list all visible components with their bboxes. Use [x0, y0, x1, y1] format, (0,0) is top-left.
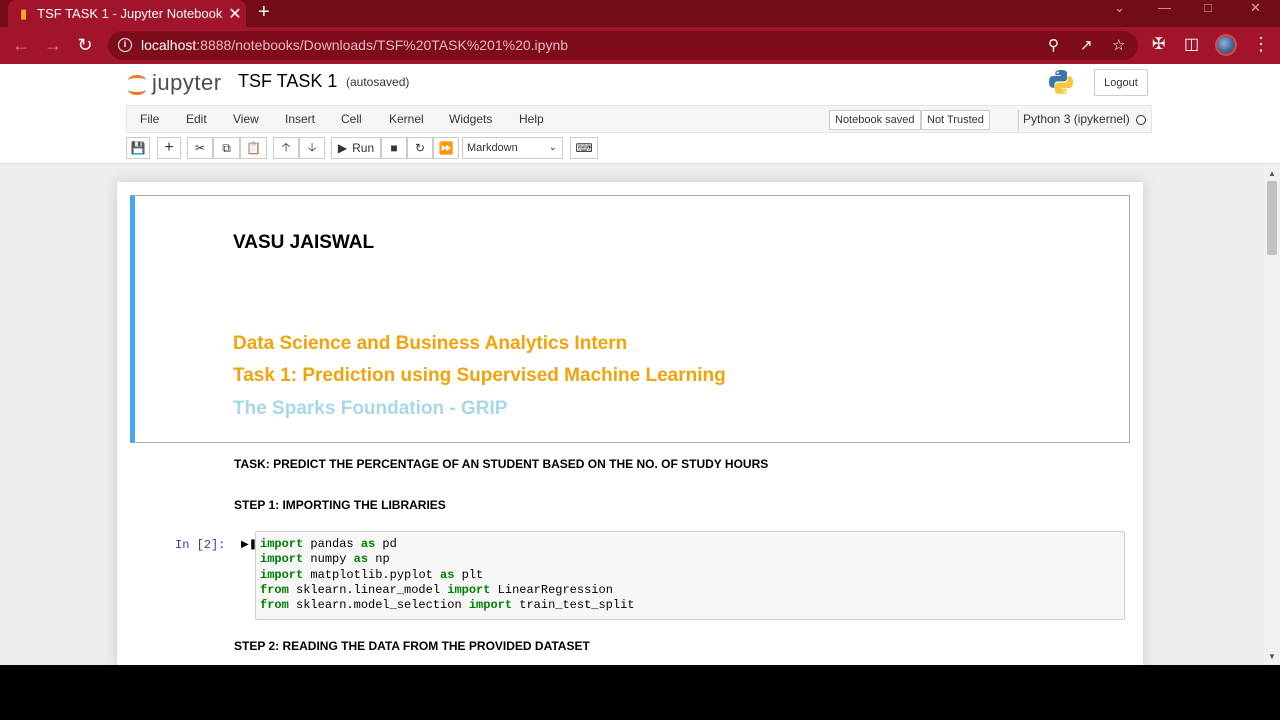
menu-file[interactable]: File [140, 112, 159, 126]
scroll-up-icon[interactable]: ▲ [1268, 169, 1276, 178]
jupyter-header: jupyter TSF TASK 1 (autosaved) Logout Fi… [0, 64, 1280, 164]
logout-button[interactable]: Logout [1094, 69, 1148, 96]
paste-icon[interactable]: 📋 [240, 137, 267, 159]
code-line: import matplotlib.pyplot as plt [260, 567, 484, 582]
intern-heading: Data Science and Business Analytics Inte… [233, 333, 628, 354]
tab-close-icon[interactable]: ✕ [224, 4, 246, 24]
jupyter-favicon: ▮ [20, 5, 28, 21]
input-prompt: In [2]: [175, 538, 226, 552]
minimize-icon[interactable]: ⌄ [1114, 0, 1125, 20]
code-line: import numpy as np [260, 552, 390, 567]
menu-bar: File Edit View Insert Cell Kernel Widget… [126, 105, 1152, 133]
menu-edit[interactable]: Edit [186, 112, 207, 126]
maximize-icon[interactable]: □ [1204, 0, 1212, 20]
share-icon[interactable]: ↗ [1080, 37, 1093, 54]
jupyter-logo[interactable]: jupyter [128, 68, 222, 98]
code-line: from sklearn.model_selection import trai… [260, 598, 635, 613]
notebook-container: VASU JAISWAL Data Science and Business A… [117, 182, 1143, 665]
copy-icon[interactable]: ⧉ [213, 137, 240, 159]
url-text[interactable]: localhost:8888/notebooks/Downloads/TSF%2… [141, 37, 568, 53]
run-label: Run [352, 141, 375, 155]
save-icon[interactable]: 💾 [126, 137, 150, 159]
star-icon[interactable]: ☆ [1112, 37, 1125, 54]
task-title-heading: Task 1: Prediction using Supervised Mach… [233, 365, 726, 386]
tab-title: TSF TASK 1 - Jupyter Notebook [37, 6, 223, 21]
cut-icon[interactable]: ✂ [187, 137, 213, 159]
extensions-icon[interactable]: ✠ [1152, 35, 1165, 55]
info-icon[interactable]: i [118, 38, 132, 52]
menu-cell[interactable]: Cell [341, 112, 362, 126]
close-window-icon[interactable]: ✕ [1250, 0, 1261, 20]
python-logo [1049, 70, 1073, 94]
scrollbar-thumb[interactable] [1267, 181, 1277, 255]
plus-icon[interactable]: + [157, 137, 181, 159]
keyboard-icon[interactable]: ⌨ [570, 137, 598, 159]
run-icon: ▶ [337, 141, 348, 155]
cell-type-value: Markdown [467, 142, 518, 154]
menu-kernel[interactable]: Kernel [389, 112, 424, 126]
menu-widgets[interactable]: Widgets [449, 112, 492, 126]
url-host: localhost [141, 37, 197, 53]
move-down-icon[interactable]: 🡣 [299, 137, 325, 159]
notebook-saved-indicator: Notebook saved [829, 110, 921, 130]
reload-icon[interactable]: ↻ [74, 34, 96, 56]
menu-insert[interactable]: Insert [285, 112, 315, 126]
profile-avatar[interactable] [1215, 34, 1237, 56]
restart-icon[interactable]: ↻ [407, 137, 433, 159]
code-cell-editor[interactable]: import pandas as pd import numpy as np i… [255, 531, 1125, 620]
browser-tab-strip: ▮ TSF TASK 1 - Jupyter Notebook ✕ + ⌄ — … [0, 0, 1280, 27]
stop-icon[interactable]: ■ [381, 137, 407, 159]
code-line: from sklearn.linear_model import LinearR… [260, 582, 613, 597]
menu-view[interactable]: View [233, 112, 259, 126]
kernel-idle-icon [1136, 115, 1146, 125]
browser-toolbar: ← → ↻ i localhost:8888/notebooks/Downloa… [0, 27, 1280, 64]
address-bar[interactable]: i localhost:8888/notebooks/Downloads/TSF… [108, 31, 1138, 60]
autosave-status: (autosaved) [346, 75, 410, 89]
kernel-name[interactable]: Python 3 (ipykernel) [1023, 112, 1130, 126]
fast-forward-icon[interactable]: ⏩ [433, 137, 459, 159]
zoom-icon[interactable]: ⚲ [1048, 37, 1059, 54]
scroll-down-icon[interactable]: ▼ [1268, 652, 1276, 661]
forward-arrow-icon[interactable]: → [42, 34, 64, 56]
url-path: :8888/notebooks/Downloads/TSF%20TASK%201… [196, 37, 569, 53]
step2-heading[interactable]: STEP 2: READING THE DATA FROM THE PROVID… [234, 639, 590, 653]
task-description[interactable]: TASK: PREDICT THE PERCENTAGE OF AN STUDE… [234, 457, 768, 471]
jupyter-logo-text: jupyter [152, 70, 222, 95]
notebook-name[interactable]: TSF TASK 1 [238, 71, 337, 92]
code-line: import pandas as pd [260, 537, 397, 551]
trust-button[interactable]: Not Trusted [921, 110, 990, 130]
menu-help[interactable]: Help [519, 112, 544, 126]
kebab-menu-icon[interactable]: ⋮ [1252, 33, 1270, 55]
vertical-scrollbar[interactable]: ▲ ▼ [1264, 165, 1280, 665]
sidebar-icon[interactable]: ◫ [1184, 35, 1199, 55]
minimize-window-icon[interactable]: — [1158, 0, 1171, 20]
author-heading: VASU JAISWAL [233, 232, 375, 253]
markdown-cell-selected[interactable]: VASU JAISWAL Data Science and Business A… [130, 195, 1130, 443]
foundation-heading: The Sparks Foundation - GRIP [233, 398, 508, 419]
new-tab-button[interactable]: + [258, 0, 270, 27]
notebook-area: VASU JAISWAL Data Science and Business A… [0, 165, 1264, 665]
screen: ▮ TSF TASK 1 - Jupyter Notebook ✕ + ⌄ — … [0, 0, 1280, 665]
browser-tab[interactable]: ▮ TSF TASK 1 - Jupyter Notebook ✕ [8, 0, 246, 27]
cell-type-select[interactable]: Markdown ⌄ [462, 137, 563, 159]
back-arrow-icon[interactable]: ← [10, 34, 32, 56]
kernel-separator [1018, 110, 1019, 130]
run-button[interactable]: ▶ Run [331, 137, 381, 159]
move-up-icon[interactable]: 🡡 [273, 137, 299, 159]
chevron-down-icon: ⌄ [548, 142, 557, 153]
step1-heading[interactable]: STEP 1: IMPORTING THE LIBRARIES [234, 498, 446, 512]
jupyter-logo-icon [128, 72, 146, 95]
